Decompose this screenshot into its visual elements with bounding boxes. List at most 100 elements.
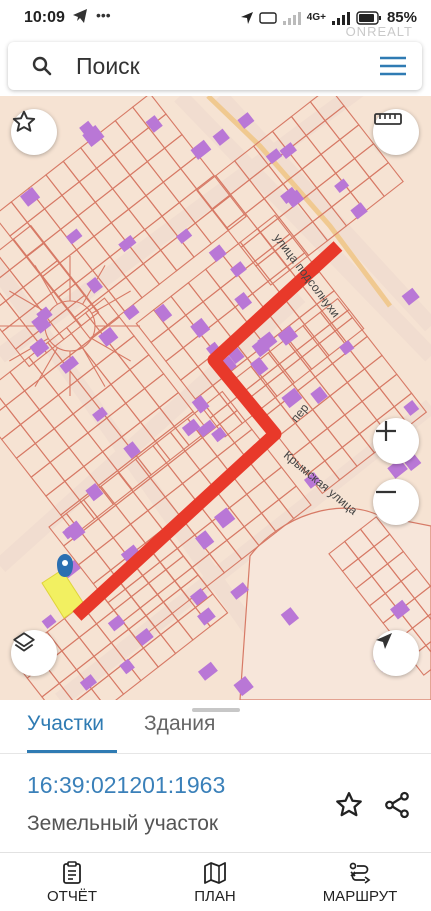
building[interactable] [107,614,126,632]
nav-report[interactable]: ОТЧЁТ [30,853,114,911]
parcel[interactable] [43,194,79,231]
ruler-button[interactable] [373,109,419,155]
parcel[interactable] [30,461,66,497]
parcel[interactable] [39,259,73,292]
parcel[interactable] [127,194,163,231]
parcel[interactable] [9,356,45,392]
building[interactable] [197,607,216,626]
parcel[interactable] [145,181,181,217]
parcel[interactable] [15,442,51,478]
tab-parcels[interactable]: Участки [27,712,104,736]
building[interactable] [154,303,173,323]
parcel[interactable] [329,381,363,416]
cadastral-number[interactable]: 16:39:021201:1963 [27,772,225,799]
building[interactable] [20,186,41,207]
share-icon[interactable] [382,790,412,820]
parcel[interactable] [263,466,298,501]
parcel[interactable] [349,335,383,370]
search-icon[interactable] [30,54,54,78]
parcel[interactable] [129,354,165,390]
building[interactable] [350,202,368,220]
parcel[interactable] [90,290,126,326]
parcel[interactable] [80,518,114,553]
favorites-button[interactable] [11,109,57,155]
parcel[interactable] [75,235,111,272]
zoom-in-button[interactable] [373,418,419,464]
parcel[interactable] [110,368,146,405]
parcel[interactable] [77,550,112,585]
parcel[interactable] [331,349,366,384]
map-canvas[interactable] [0,96,431,700]
parcel[interactable] [326,414,361,449]
parcel[interactable] [349,176,385,212]
parcel[interactable] [162,167,198,204]
parcel[interactable] [78,167,114,204]
parcel[interactable] [68,432,104,468]
parcel[interactable] [228,493,263,528]
parcel[interactable] [129,160,165,197]
building[interactable] [197,661,218,681]
search-input[interactable]: Поиск [76,53,140,80]
parcel[interactable] [45,160,81,197]
parcel[interactable] [97,504,132,539]
parcel[interactable] [170,282,204,317]
parcel[interactable] [94,187,130,224]
parcel[interactable] [165,346,199,381]
parcel[interactable] [95,153,131,190]
parcel[interactable] [309,427,343,462]
building[interactable] [234,291,253,311]
star-outline-icon[interactable] [334,790,364,820]
parcel[interactable] [125,262,161,299]
search-bar[interactable]: Поиск [8,42,422,90]
parcel[interactable] [361,387,395,422]
parcel[interactable] [93,222,129,258]
building[interactable] [230,261,247,278]
parcel[interactable] [34,427,70,464]
parcel[interactable] [19,409,56,445]
parcel[interactable] [9,221,45,258]
parcel[interactable] [114,335,150,371]
parcel[interactable] [130,126,166,163]
parcel[interactable] [346,368,381,403]
parcel[interactable] [239,227,274,262]
parcel[interactable] [150,328,184,363]
parcel[interactable] [38,394,74,430]
parcel[interactable] [26,208,62,244]
parcel[interactable] [187,268,222,303]
building[interactable] [145,115,163,133]
parcel[interactable] [61,181,97,217]
parcel[interactable] [363,354,398,389]
layers-button[interactable] [11,630,57,676]
parcel[interactable] [111,174,147,210]
zoom-out-button[interactable] [373,479,419,525]
my-location-button[interactable] [373,630,419,676]
parcel[interactable] [152,431,186,466]
parcel[interactable] [113,140,149,176]
parcel[interactable] [61,636,95,671]
parcel[interactable] [26,242,59,275]
building[interactable] [310,386,328,404]
parcel[interactable] [58,249,94,285]
parcel[interactable] [5,390,41,426]
parcel[interactable] [339,124,375,160]
parcel[interactable] [179,154,215,190]
parcel[interactable] [0,385,7,422]
parcel[interactable] [0,423,37,460]
building[interactable] [190,317,211,339]
parcel[interactable] [320,138,356,175]
parcel[interactable] [62,146,98,183]
parcel[interactable] [53,413,89,449]
parcel[interactable] [146,147,182,183]
tab-buildings[interactable]: Здания [144,712,215,736]
hamburger-menu-icon[interactable] [378,54,408,78]
parcel[interactable] [368,161,404,198]
parcel[interactable] [115,490,149,525]
parcel[interactable] [167,450,201,485]
parcel[interactable] [23,375,60,411]
cadastral-map[interactable]: улица подсолнухи Крымская улица Ве пер [0,96,431,700]
building[interactable] [250,356,269,376]
parcel[interactable] [246,479,280,514]
parcel[interactable] [114,106,150,142]
building[interactable] [190,139,212,160]
nav-plan[interactable]: ПЛАН [175,853,255,911]
